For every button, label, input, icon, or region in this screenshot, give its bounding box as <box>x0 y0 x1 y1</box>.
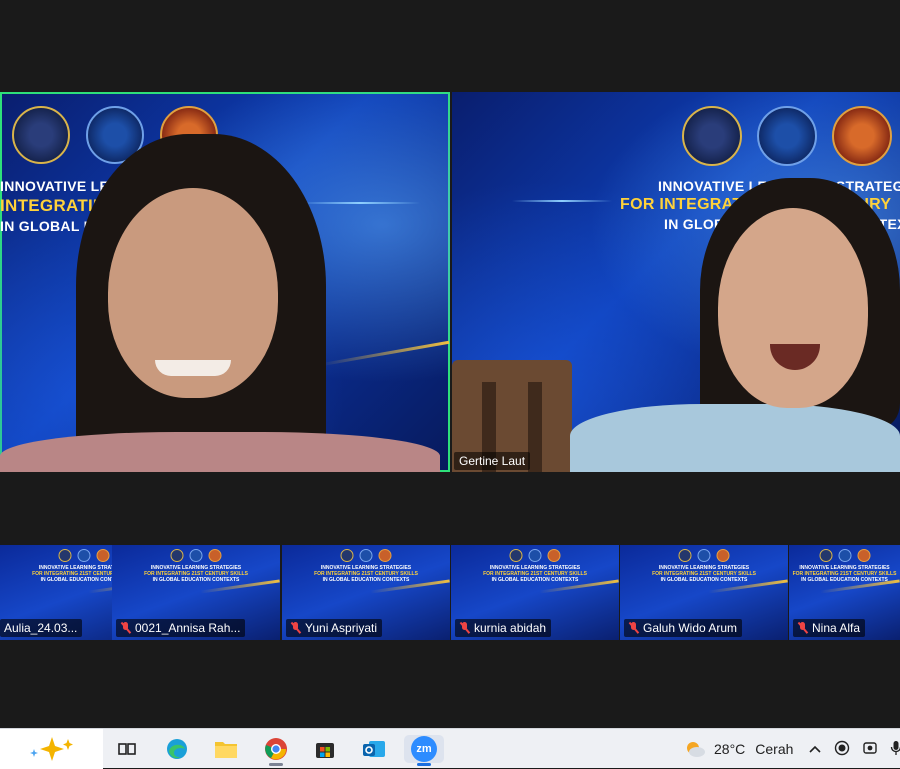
weather-condition: Cerah <box>755 741 794 757</box>
partly-cloudy-icon <box>687 742 705 757</box>
logo-icon <box>697 549 711 562</box>
mic-muted-icon <box>628 622 639 634</box>
logo-icon <box>340 549 354 562</box>
logo-icon <box>838 549 851 562</box>
record-icon[interactable] <box>834 740 850 759</box>
camera-in-use-icon[interactable] <box>862 740 878 759</box>
zoom-app-button[interactable]: zm <box>404 735 444 763</box>
participant-shirt <box>570 404 900 472</box>
widgets-button[interactable] <box>0 729 103 769</box>
mini-banner: INNOVATIVE LEARNING STRATEGIES FOR INTEGR… <box>144 565 248 583</box>
logo-icon <box>77 549 91 562</box>
chrome-icon[interactable] <box>262 735 290 763</box>
university-logo-2 <box>757 106 817 166</box>
taskbar: zm 28°C Cerah <box>0 728 900 769</box>
microphone-icon[interactable] <box>890 740 900 759</box>
mini-banner: INNOVATIVE LEARNING STRATEGIES FOR INTEGR… <box>792 565 897 583</box>
logo-icon <box>96 549 110 562</box>
gallery-tile[interactable]: INNOVATIVE LEARNING STRATEGIES FOR INTEGR… <box>451 545 619 640</box>
participant-smile <box>155 360 231 376</box>
logo-icon <box>378 549 392 562</box>
logo-icon <box>716 549 730 562</box>
gallery-tile[interactable]: INNOVATIVE LEARNING STRATEGIES FOR INTEGR… <box>112 545 280 640</box>
logo-icon <box>547 549 561 562</box>
participant-name-tag: Gertine Laut <box>454 452 531 470</box>
gallery-tile[interactable]: INNOVATIVE LEARNING STRATEGIES FOR INTEGR… <box>789 545 900 640</box>
gallery-tile[interactable]: INNOVATIVE LEARNING STRATEGIES FOR INTEGR… <box>282 545 450 640</box>
chrome-running-indicator <box>269 763 283 766</box>
mini-banner: INNOVATIVE LEARNING STRATEGIES FOR INTEGR… <box>314 565 418 583</box>
logo-icon <box>189 549 203 562</box>
light-streak <box>320 340 450 367</box>
light-streak <box>300 202 420 204</box>
participant-label: kurnia abidah <box>455 619 552 637</box>
logo-icon <box>857 549 870 562</box>
university-logo-1 <box>12 106 70 164</box>
participant-label: Nina Alfa <box>793 619 866 637</box>
participant-label: Yuni Aspriyati <box>286 619 383 637</box>
mic-muted-icon <box>120 622 131 634</box>
file-explorer-icon[interactable] <box>212 735 240 763</box>
logo-icon <box>678 549 692 562</box>
weather-widget[interactable]: 28°C Cerah <box>684 729 793 769</box>
university-logo-1 <box>682 106 742 166</box>
mini-banner: INNOVATIVE LEARNING STRATEGIES FOR INTEGR… <box>483 565 587 583</box>
task-view-icon[interactable] <box>113 735 141 763</box>
zoom-running-indicator <box>417 763 431 766</box>
sparkle-icon <box>29 737 73 761</box>
outlook-icon[interactable] <box>360 735 388 763</box>
logo-icon <box>208 549 222 562</box>
participant-shirt <box>0 432 440 472</box>
mic-muted-icon <box>290 622 301 634</box>
logo-icon <box>58 549 72 562</box>
university-logo-3 <box>832 106 892 166</box>
logo-icon <box>819 549 832 562</box>
participant-label: 0021_Annisa Rah... <box>116 619 246 637</box>
video-tile-participant[interactable]: INNOVATIVE LEA D STRATEGI FOR INTEGRAT T… <box>452 92 900 472</box>
light-streak <box>512 200 612 202</box>
banner-line-3: IN GLOBAL E <box>0 218 94 234</box>
chevron-up-icon[interactable] <box>808 741 822 757</box>
weather-temperature: 28°C <box>714 741 746 757</box>
edge-icon[interactable] <box>163 735 191 763</box>
participant-face <box>718 208 868 408</box>
system-tray <box>808 729 900 769</box>
chair-slat <box>528 382 542 472</box>
gallery-tile[interactable]: INNOVATIVE LEARNING STRATEGIES FOR INTEGR… <box>620 545 788 640</box>
mic-muted-icon <box>459 622 470 634</box>
logo-icon <box>170 549 184 562</box>
store-icon[interactable] <box>311 735 339 763</box>
participant-label: Aulia_24.03... <box>0 619 83 637</box>
logo-icon <box>509 549 523 562</box>
logo-icon <box>528 549 542 562</box>
zoom-icon: zm <box>411 736 437 762</box>
participant-label: Galuh Wido Arum <box>624 619 743 637</box>
video-tile-active-speaker[interactable]: INNOVATIVE LEA INTEGRATING IN GLOBAL E <box>0 92 450 472</box>
zoom-meeting-stage: INNOVATIVE LEA INTEGRATING IN GLOBAL E I… <box>0 0 900 728</box>
logo-icon <box>359 549 373 562</box>
mic-muted-icon <box>797 622 808 634</box>
mini-banner: INNOVATIVE LEARNING STRATEGIES FOR INTEGR… <box>652 565 756 583</box>
